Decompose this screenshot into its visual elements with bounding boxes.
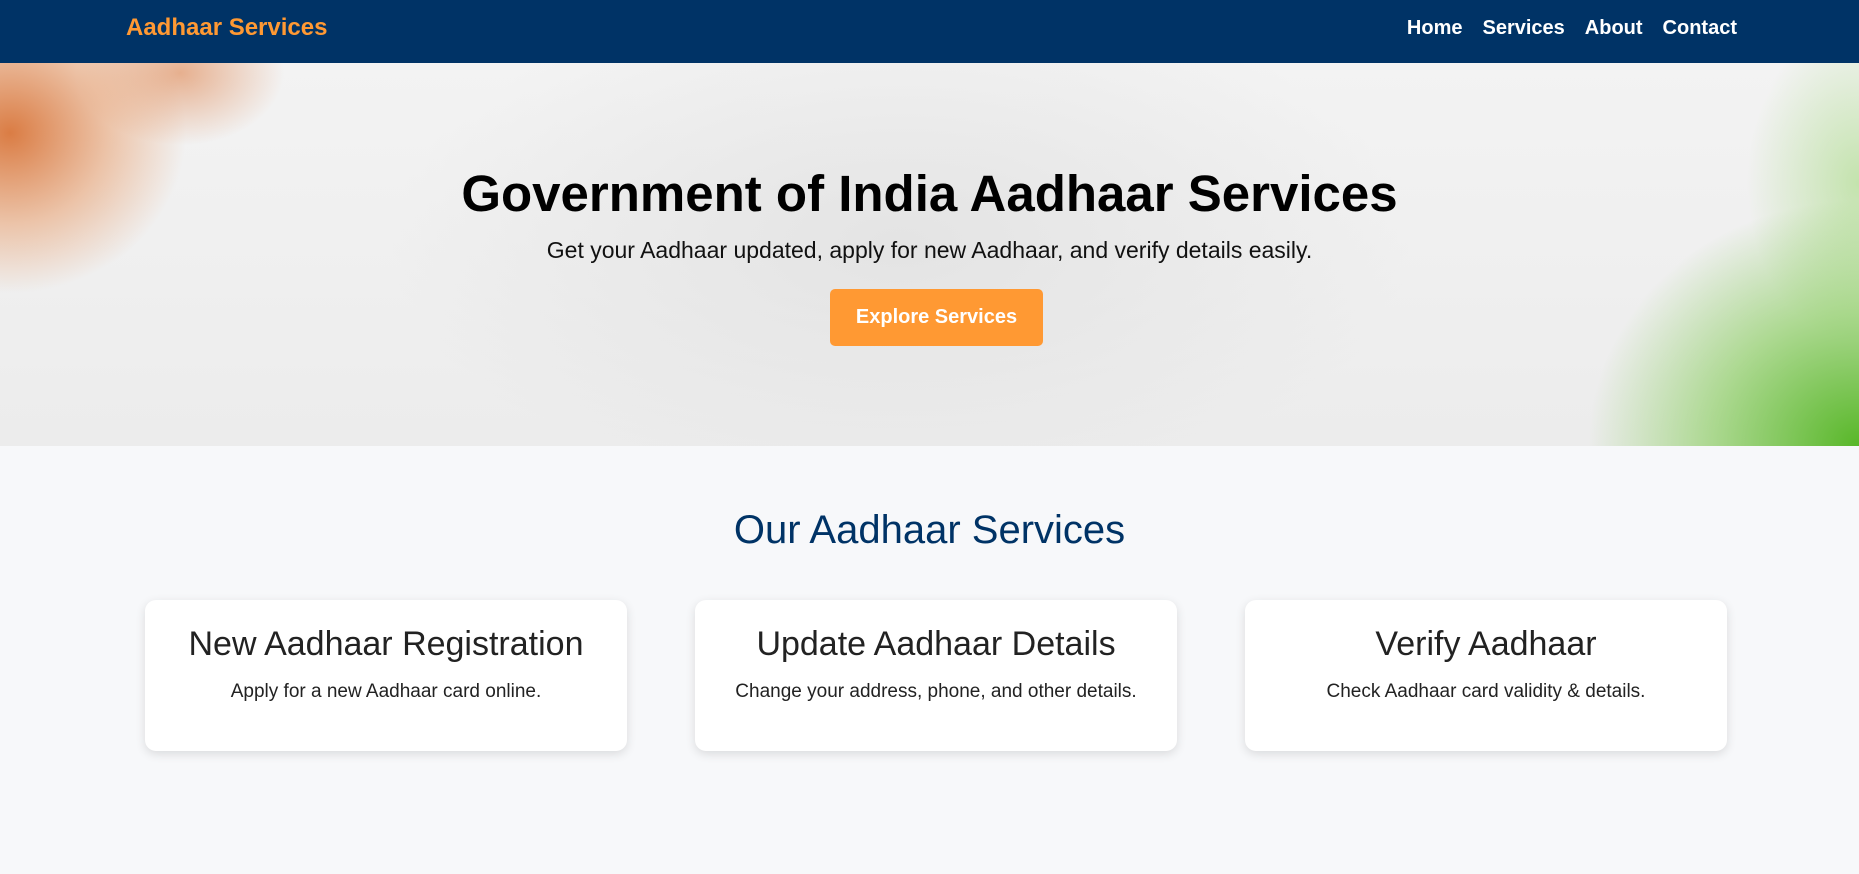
service-card-verify[interactable]: Verify Aadhaar Check Aadhaar card validi…: [1245, 600, 1727, 751]
brand-logo-link[interactable]: Aadhaar Services: [126, 14, 327, 42]
navbar: Aadhaar Services Home Services About Con…: [0, 0, 1859, 63]
nav-link-home[interactable]: Home: [1407, 17, 1463, 40]
hero-subtitle: Get your Aadhaar updated, apply for new …: [546, 237, 1313, 263]
card-description: Apply for a new Aadhaar card online.: [230, 681, 542, 702]
nav-link-services[interactable]: Services: [1482, 17, 1564, 40]
card-description: Check Aadhaar card validity & details.: [1326, 681, 1646, 702]
card-title: Verify Aadhaar: [1375, 625, 1597, 663]
service-card-update-details[interactable]: Update Aadhaar Details Change your addre…: [695, 600, 1177, 751]
nav-link-about[interactable]: About: [1585, 17, 1643, 40]
nav-link-contact[interactable]: Contact: [1663, 17, 1737, 40]
nav-links: Home Services About Contact: [1407, 17, 1737, 40]
card-title: Update Aadhaar Details: [756, 625, 1116, 663]
card-title: New Aadhaar Registration: [188, 625, 584, 663]
card-description: Change your address, phone, and other de…: [735, 681, 1137, 702]
service-card-new-registration[interactable]: New Aadhaar Registration Apply for a new…: [145, 600, 627, 751]
services-heading: Our Aadhaar Services: [733, 508, 1126, 552]
explore-services-button[interactable]: Explore Services: [830, 289, 1043, 346]
hero-banner: Government of India Aadhaar Services Get…: [0, 63, 1859, 446]
hero-title: Government of India Aadhaar Services: [461, 165, 1398, 222]
